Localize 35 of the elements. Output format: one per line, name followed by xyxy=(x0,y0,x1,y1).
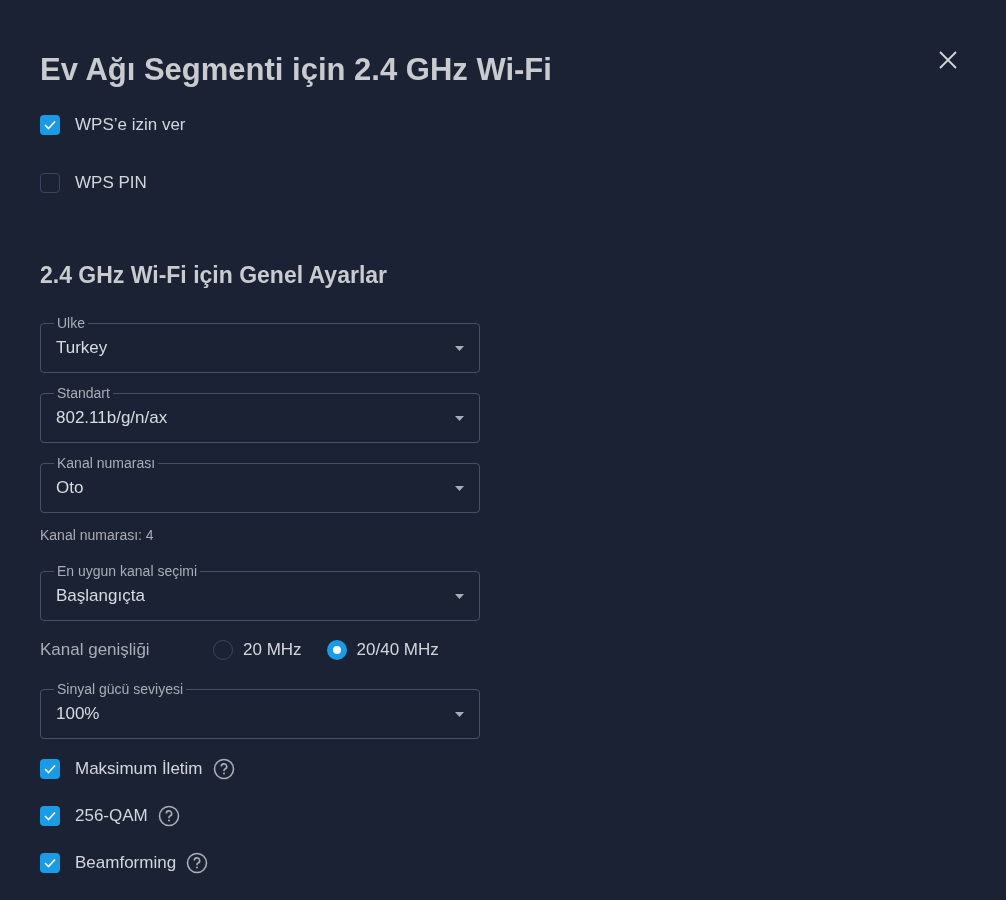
caret-icon xyxy=(455,593,464,599)
dropdown-field[interactable]: Kanal numarası Oto xyxy=(40,457,480,513)
checkmark-icon xyxy=(44,857,56,868)
checkbox[interactable] xyxy=(40,173,60,193)
caret-icon xyxy=(455,345,464,351)
help-icon[interactable] xyxy=(212,757,235,780)
radio-button[interactable] xyxy=(326,640,347,660)
caret-icon xyxy=(455,711,464,717)
checkbox[interactable] xyxy=(40,758,60,779)
radio-option[interactable]: 20/40 MHz xyxy=(326,640,439,660)
dropdown-field[interactable]: Standart 802.11b/g/n/ax xyxy=(40,387,480,443)
dialog-title: Ev Ağı Segmenti için 2.4 GHz Wi-Fi xyxy=(40,51,552,89)
channel-note: Kanal numarası: 4 xyxy=(40,527,155,543)
help-icon[interactable] xyxy=(157,804,180,827)
radio-option[interactable]: 20 MHz xyxy=(213,640,302,660)
section-title: 2.4 GHz Wi-Fi için Genel Ayarlar xyxy=(40,261,389,290)
checkbox[interactable] xyxy=(40,852,60,873)
checkmark-icon xyxy=(44,763,56,774)
checkmark-icon xyxy=(44,810,56,821)
dropdown-field[interactable]: Sinyal gücü seviyesi 100% xyxy=(40,683,480,739)
checkmark-icon xyxy=(44,120,56,130)
help-icon[interactable] xyxy=(186,851,209,874)
checkbox[interactable] xyxy=(40,805,60,826)
checkbox-label: WPS PIN xyxy=(75,173,147,193)
dropdown-field[interactable]: En uygun kanal seçimi Başlangıçta xyxy=(40,565,480,621)
close-icon xyxy=(939,51,957,69)
checkbox[interactable] xyxy=(40,115,60,135)
dropdown-field[interactable]: Ulke Turkey xyxy=(40,317,480,373)
checkbox-label: Beamforming xyxy=(75,852,177,873)
caret-icon xyxy=(455,485,464,491)
checkbox-label: WPS’e izin ver xyxy=(75,115,186,135)
checkbox-label: Maksimum İletim xyxy=(75,758,203,779)
radio-group-label: Kanal genişliği xyxy=(40,640,151,660)
checkbox-label: 256-QAM xyxy=(75,805,148,826)
caret-icon xyxy=(455,415,464,421)
